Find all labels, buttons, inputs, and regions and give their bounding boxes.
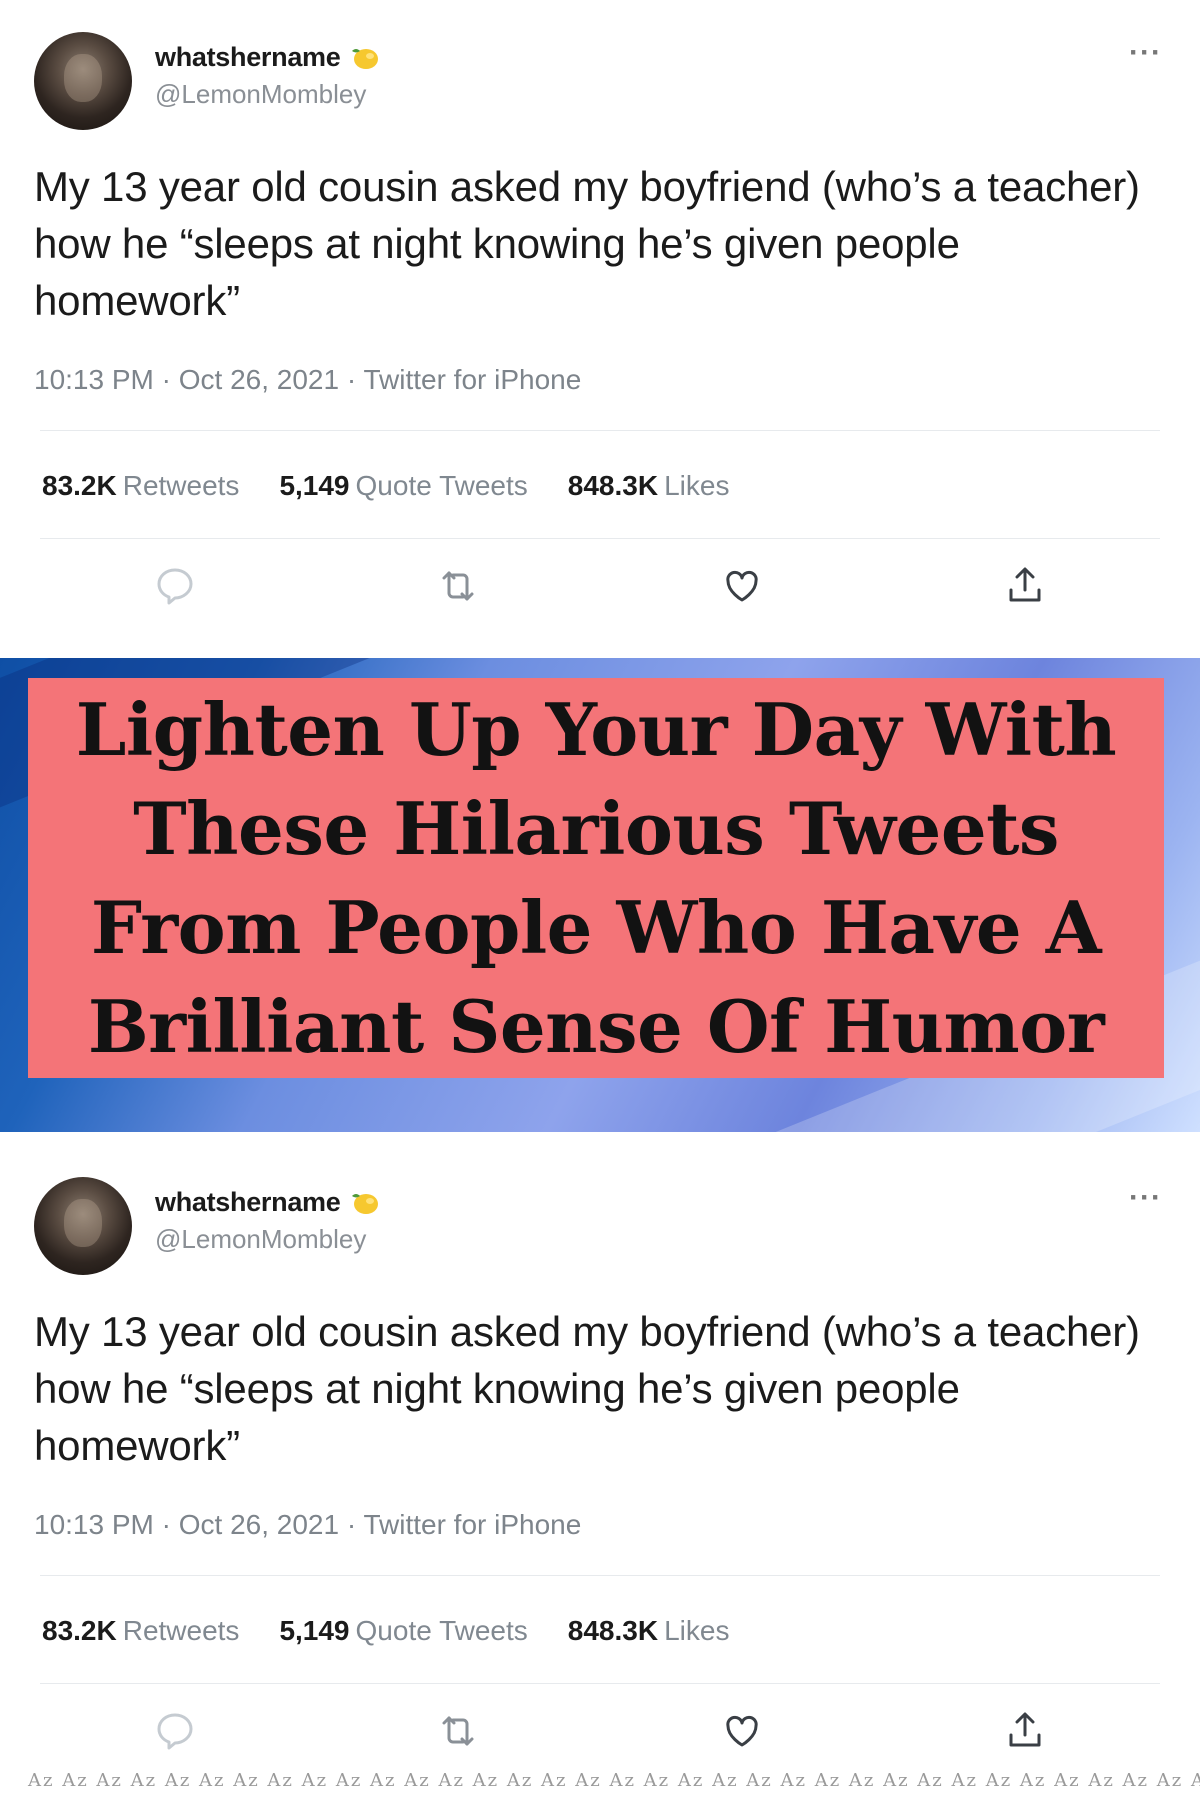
quote-tweets-count: 5,149 [279,1615,350,1646]
likes-label: Likes [664,470,730,501]
divider [40,1683,1160,1684]
like-button[interactable] [720,564,764,608]
avatar[interactable] [34,1177,132,1275]
retweets-stat[interactable]: 83.2K Retweets [42,1615,239,1647]
display-name[interactable]: whatshername [155,42,380,73]
retweets-stat[interactable]: 83.2K Retweets [42,470,239,502]
display-name[interactable]: whatshername [155,1187,380,1218]
engagement-stats: 83.2K Retweets 5,149 Quote Tweets 848.3K Li… [42,1615,729,1647]
share-icon [1009,1712,1041,1747]
retweets-count: 83.2K [42,470,117,501]
likes-stat[interactable]: 848.3K Likes [568,1615,730,1647]
quote-tweets-count: 5,149 [279,470,350,501]
like-icon [726,1715,758,1747]
reply-button[interactable] [153,1709,197,1753]
retweets-count: 83.2K [42,1615,117,1646]
like-button[interactable] [720,1709,764,1753]
headline-text: Lighten Up Your Day With These Hilarious… [75,687,1117,1069]
author-block: whatshername @LemonMombley [155,42,380,110]
action-bar [0,1709,1200,1757]
user-handle[interactable]: @LemonMombley [155,79,380,110]
font-sample-strip: Az Az Az Az Az Az Az Az Az Az Az Az Az A… [28,1770,1200,1791]
reply-icon [157,1713,193,1750]
quote-tweets-label: Quote Tweets [355,1615,528,1646]
lemon-icon [352,1193,379,1214]
likes-label: Likes [664,1615,730,1646]
quote-tweets-stat[interactable]: 5,149 Quote Tweets [279,1615,527,1647]
divider [40,430,1160,431]
retweets-label: Retweets [122,1615,240,1646]
quote-tweets-stat[interactable]: 5,149 Quote Tweets [279,470,527,502]
tweet-text: My 13 year old cousin asked my boyfriend… [34,163,1140,324]
share-button[interactable] [1003,1709,1047,1753]
display-name-text[interactable]: whatshername [155,1187,341,1218]
more-options-icon[interactable]: ··· [1129,36,1162,70]
likes-stat[interactable]: 848.3K Likes [568,470,730,502]
reply-button[interactable] [153,564,197,608]
retweet-button[interactable] [436,564,480,608]
tweet-card-bottom: whatshername @LemonMombley ··· My 13 yea… [0,1145,1200,1800]
action-bar [0,564,1200,612]
share-icon [1009,567,1041,602]
lemon-icon [352,48,379,69]
tweet-timestamp[interactable]: 10:13 PM · Oct 26, 2021 · Twitter for iP… [34,1509,581,1541]
likes-count: 848.3K [567,1615,659,1646]
likes-count: 848.3K [567,470,659,501]
retweets-label: Retweets [122,470,240,501]
display-name-text[interactable]: whatshername [155,42,341,73]
tweet-timestamp[interactable]: 10:13 PM · Oct 26, 2021 · Twitter for iP… [34,364,581,396]
user-handle[interactable]: @LemonMombley [155,1224,380,1255]
engagement-stats: 83.2K Retweets 5,149 Quote Tweets 848.3K Li… [42,470,729,502]
tweet-card-top: whatshername @LemonMombley ··· My 13 yea… [0,0,1200,658]
tweet-text: My 13 year old cousin asked my boyfriend… [34,1308,1140,1469]
headline-banner: Lighten Up Your Day With These Hilarious… [0,658,1200,1132]
like-icon [726,570,758,602]
more-options-icon[interactable]: ··· [1129,1181,1162,1215]
quote-tweets-label: Quote Tweets [355,470,528,501]
retweet-icon [442,1716,474,1746]
share-button[interactable] [1003,564,1047,608]
avatar[interactable] [34,32,132,130]
retweet-button[interactable] [436,1709,480,1753]
retweet-icon [442,571,474,601]
divider [40,538,1160,539]
reply-icon [157,568,193,605]
divider [40,1575,1160,1576]
author-block: whatshername @LemonMombley [155,1187,380,1255]
headline-box: Lighten Up Your Day With These Hilarious… [28,678,1164,1078]
